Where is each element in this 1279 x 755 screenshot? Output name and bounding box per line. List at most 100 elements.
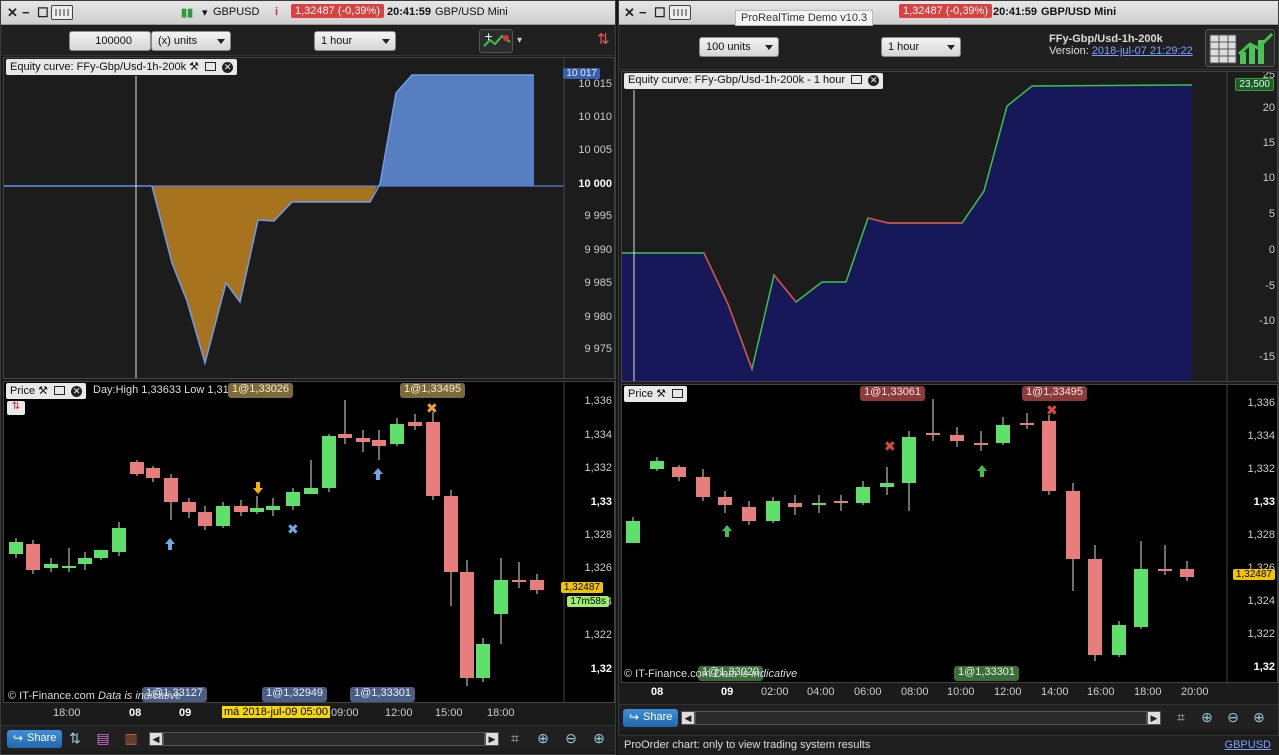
y-tick: 9 995 (584, 210, 612, 222)
x-tick: 08 (651, 686, 664, 698)
wrench-icon[interactable]: ⚒ (189, 61, 199, 73)
units-select[interactable]: 100 units (699, 37, 779, 57)
close-pane-icon[interactable]: ✕ (868, 75, 880, 86)
price-tag: 1,32487 (1232, 569, 1275, 580)
candle-body (250, 508, 264, 512)
scroll-left-button[interactable]: ◀ (149, 732, 163, 746)
price-label: Price ⚒ (624, 386, 688, 402)
x-tick: 02:00 (761, 686, 789, 698)
chart-type-icon[interactable]: ⌗ (1171, 709, 1191, 727)
scroll-right-button[interactable]: ▶ (1147, 711, 1161, 725)
zoom-out-icon[interactable]: ⊖ (561, 730, 581, 748)
candle-body (902, 437, 916, 483)
y-tick: 1,332 (1247, 463, 1275, 475)
candle-body (626, 521, 640, 543)
trade-arrows-icon[interactable]: ⇅ (7, 401, 25, 415)
zoom-out-icon[interactable]: ⊖ (1223, 709, 1243, 727)
price-label: Price ⚒ ✕ (6, 383, 87, 399)
candle-body (9, 542, 23, 554)
y-tick: -5 (1265, 280, 1275, 292)
zoom-fit-icon[interactable]: ⊕ (1197, 709, 1217, 727)
order-tag[interactable]: 1@1,32949 (262, 687, 328, 702)
instrument-name: GBP/USD Mini (1041, 6, 1117, 18)
candle-body (182, 502, 196, 512)
x-tick: 18:00 (487, 707, 515, 719)
right-title-bar: ✕ − ☐ ProRealTime Demo v10.3 1,32487 (-0… (619, 1, 1278, 26)
trade-tool-icon[interactable]: ⇅ (65, 730, 85, 748)
maximize-icon[interactable]: ☐ (37, 5, 49, 21)
x-tick: 20:00 (1181, 686, 1209, 698)
candle-body (286, 492, 300, 506)
copyright: © IT-Finance.com Data is indicative (8, 690, 181, 702)
clock-time: 20:41:59 (387, 6, 432, 18)
order-tag[interactable]: 1@1,33061 (860, 386, 926, 401)
minimize-icon[interactable]: − (639, 5, 647, 20)
quantity-input[interactable]: 100000 (69, 31, 151, 51)
zoom-in-icon[interactable]: ⊕ (1249, 709, 1269, 727)
candle-body (164, 478, 178, 502)
candles-icon[interactable]: ▮▮ (181, 6, 193, 19)
symbol-dropdown-icon[interactable]: ▾ (202, 6, 208, 19)
horizontal-scrollbar[interactable] (695, 711, 1147, 725)
close-icon[interactable]: ✕ (7, 5, 18, 21)
keyboard-icon[interactable] (51, 5, 73, 20)
close-icon[interactable]: ✕ (624, 5, 635, 21)
close-pane-icon[interactable]: ✕ (222, 62, 234, 73)
units-select[interactable]: (x) units (151, 31, 231, 51)
equity-gain-area (377, 75, 534, 186)
order-tag[interactable]: 1@1,33301 (350, 687, 416, 702)
candle-body (130, 462, 144, 474)
proorder-icon[interactable] (1205, 29, 1275, 67)
bars-tool-icon[interactable]: ▥ (121, 730, 141, 748)
info-icon[interactable]: i (275, 6, 278, 18)
scroll-right-button[interactable]: ▶ (485, 732, 499, 746)
y-tick: 1,32 (590, 663, 612, 675)
window-icon[interactable] (851, 75, 863, 84)
trade-arrows-icon[interactable]: ⇅ (597, 30, 610, 48)
timeframe-label: 1 hour (321, 35, 353, 47)
wrench-icon[interactable]: ⚒ (656, 388, 666, 400)
horizontal-scrollbar[interactable] (163, 732, 485, 746)
symbol-label[interactable]: GBPUSD (213, 6, 259, 18)
share-button[interactable]: Share (623, 709, 679, 727)
candle-body (926, 433, 940, 435)
wrench-icon[interactable]: ⚒ (38, 385, 48, 397)
share-button[interactable]: Share (7, 730, 63, 748)
x-tick: 18:00 (1134, 686, 1162, 698)
scroll-left-button[interactable]: ◀ (681, 711, 695, 725)
add-indicator-icon[interactable]: + (479, 29, 513, 53)
window-icon[interactable] (205, 62, 217, 71)
keyboard-icon[interactable] (669, 5, 691, 20)
y-tick: 1,32 (1253, 661, 1275, 673)
chart-type-icon[interactable]: ⌗ (505, 730, 525, 748)
order-tag[interactable]: 1@1,33495 (1022, 386, 1088, 401)
y-tick: 10 (1262, 172, 1275, 184)
exit-cross: ✖ (1046, 403, 1058, 419)
window-icon[interactable] (54, 386, 66, 395)
candle-body (62, 566, 76, 568)
y-tick: 0 (1268, 244, 1275, 256)
order-tag[interactable]: 1@1,33301 (954, 666, 1020, 681)
candle-body (266, 506, 280, 510)
x-tick: 12:00 (385, 707, 413, 719)
indicator-dropdown-icon[interactable]: ▾ (517, 35, 522, 46)
symbol-link[interactable]: GBPUSD (1225, 739, 1271, 751)
order-tag[interactable]: 1@1,33495 (400, 383, 466, 398)
list-tool-icon[interactable]: ▤ (93, 730, 113, 748)
system-info: FFy-Gbp/Usd-1h-200k Version: 2018-jul-07… (1049, 33, 1193, 57)
order-tag[interactable]: 1@1,33026 (228, 383, 294, 398)
candle-body (234, 506, 248, 512)
zoom-fit-icon[interactable]: ⊕ (533, 730, 553, 748)
window-icon[interactable] (672, 389, 684, 398)
y-tick: 10 000 (578, 178, 612, 190)
candle-body (322, 436, 336, 488)
version-link[interactable]: 2018-jul-07 21:29:22 (1092, 45, 1193, 57)
timeframe-select[interactable]: 1 hour (314, 31, 396, 51)
left-x-axis: 18:00 08 09 má 2018-jul-09 05:00 09:00 1… (3, 704, 615, 724)
maximize-icon[interactable]: ☐ (654, 5, 666, 21)
zoom-in-icon[interactable]: ⊕ (589, 730, 609, 748)
timeframe-select[interactable]: 1 hour (881, 37, 961, 57)
minimize-icon[interactable]: − (22, 5, 30, 20)
close-pane-icon[interactable]: ✕ (71, 386, 83, 397)
candle-body (742, 507, 756, 521)
